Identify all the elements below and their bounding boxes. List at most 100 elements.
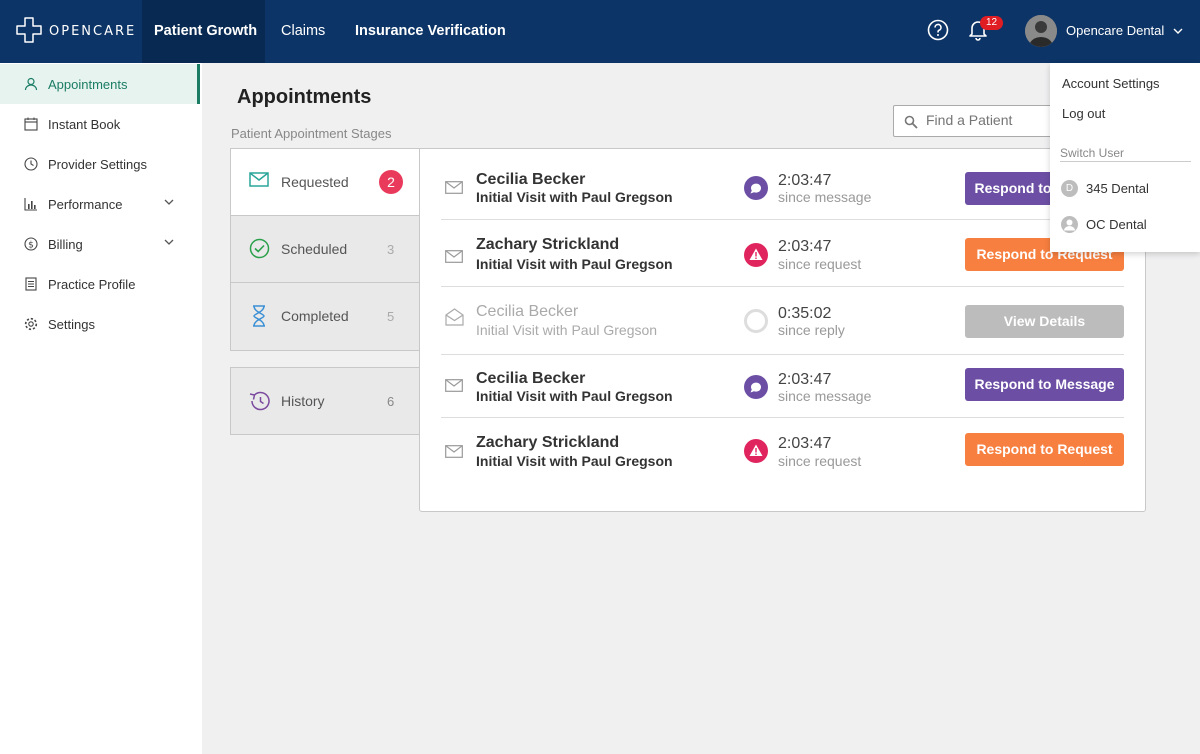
notification-badge: 12 <box>980 16 1004 30</box>
sidebar-item-instant-book[interactable]: Instant Book <box>0 104 200 144</box>
logo-text: OPENCARE <box>49 23 137 39</box>
patient-search[interactable] <box>893 105 1063 137</box>
sidebar-item-practice-profile[interactable]: Practice Profile <box>0 264 200 304</box>
chat-icon <box>744 176 768 200</box>
avatar[interactable] <box>1025 15 1057 47</box>
log-out-link[interactable]: Log out <box>1062 106 1105 121</box>
svg-text:$: $ <box>28 241 34 251</box>
appointment-row[interactable]: Cecilia Becker Initial Visit with Paul G… <box>441 288 1124 355</box>
stage-label: Requested <box>281 174 349 190</box>
patient-name: Zachary Strickland <box>476 236 620 253</box>
user-icon <box>24 77 38 91</box>
appointment-list: Cecilia Becker Initial Visit with Paul G… <box>419 148 1146 512</box>
visit-description: Initial Visit with Paul Gregson <box>476 189 673 205</box>
alert-icon <box>744 439 768 463</box>
history-count: 6 <box>387 394 395 409</box>
sidebar-item-label: Settings <box>48 316 95 332</box>
stages-label: Patient Appointment Stages <box>231 126 392 141</box>
sidebar-item-appointments[interactable]: Appointments <box>0 64 200 104</box>
hourglass-icon <box>253 305 265 327</box>
account-settings-link[interactable]: Account Settings <box>1062 76 1160 91</box>
envelope-icon <box>445 181 463 194</box>
respond-to-message-button[interactable]: Respond to Message <box>965 368 1124 401</box>
view-details-button[interactable]: View Details <box>965 305 1124 338</box>
chevron-down-icon <box>1173 28 1183 34</box>
switch-user-345-dental[interactable]: D 345 Dental <box>1061 180 1149 197</box>
elapsed-label: since request <box>778 256 862 272</box>
switch-user-oc-dental[interactable]: OC Dental <box>1061 216 1147 233</box>
account-name: Opencare Dental <box>1066 23 1165 38</box>
sidebar-item-label: Performance <box>48 196 123 212</box>
calendar-icon <box>24 117 38 131</box>
stage-requested[interactable]: Requested 2 <box>231 149 421 216</box>
sidebar-item-label: Billing <box>48 236 83 252</box>
elapsed-time: 2:03:47 <box>778 238 832 255</box>
help-icon[interactable] <box>927 19 949 41</box>
appointment-row[interactable]: Cecilia Becker Initial Visit with Paul G… <box>441 352 1124 418</box>
user-label: OC Dental <box>1086 217 1147 232</box>
user-avatar-icon <box>1061 216 1078 233</box>
stage-scheduled[interactable]: Scheduled 3 <box>231 216 421 283</box>
bar-chart-icon <box>24 198 37 211</box>
search-icon <box>904 115 918 129</box>
alert-icon <box>744 243 768 267</box>
envelope-icon <box>445 379 463 392</box>
patient-name: Cecilia Becker <box>476 171 586 188</box>
gear-icon <box>24 317 38 331</box>
tab-claims[interactable]: Claims <box>281 0 325 63</box>
elapsed-label: since message <box>778 388 872 404</box>
elapsed-label: since reply <box>778 322 845 338</box>
user-label: 345 Dental <box>1086 181 1149 196</box>
envelope-icon <box>249 172 269 187</box>
stage-count: 3 <box>387 242 395 257</box>
sidebar-item-label: Appointments <box>48 76 128 92</box>
patient-name: Cecilia Becker <box>476 303 579 320</box>
appointment-row[interactable]: Zachary Strickland Initial Visit with Pa… <box>441 220 1124 287</box>
chevron-down-icon <box>164 239 174 245</box>
visit-description: Initial Visit with Paul Gregson <box>476 453 673 469</box>
history-icon <box>249 391 270 411</box>
account-menu-toggle[interactable]: Opencare Dental <box>1066 23 1183 38</box>
appointment-row[interactable]: Zachary Strickland Initial Visit with Pa… <box>441 418 1124 485</box>
sidebar-item-label: Provider Settings <box>48 156 147 172</box>
empty-circle-icon <box>744 309 768 333</box>
account-dropdown-menu: Account Settings Log out Switch User D 3… <box>1050 63 1200 252</box>
patient-name: Zachary Strickland <box>476 434 620 451</box>
dollar-icon: $ <box>24 237 38 251</box>
page-title: Appointments <box>237 86 372 108</box>
sidebar-item-provider-settings[interactable]: Provider Settings <box>0 144 200 184</box>
stage-count: 5 <box>387 309 395 324</box>
visit-description: Initial Visit with Paul Gregson <box>476 322 658 338</box>
patient-name: Cecilia Becker <box>476 370 586 387</box>
sidebar-item-performance[interactable]: Performance <box>0 184 200 224</box>
tab-patient-growth[interactable]: Patient Growth <box>142 0 265 63</box>
visit-description: Initial Visit with Paul Gregson <box>476 256 673 272</box>
user-initial-icon: D <box>1061 180 1078 197</box>
open-envelope-icon <box>445 308 464 326</box>
respond-to-request-button[interactable]: Respond to Request <box>965 433 1124 466</box>
opencare-cross-icon <box>16 17 42 43</box>
stage-count-badge: 2 <box>379 170 403 194</box>
opencare-logo[interactable]: OPENCARE <box>15 16 136 46</box>
top-nav-bar: OPENCARE Patient Growth Claims Insurance… <box>0 0 1200 63</box>
elapsed-label: since request <box>778 453 862 469</box>
elapsed-time: 2:03:47 <box>778 172 832 189</box>
elapsed-label: since message <box>778 189 872 205</box>
elapsed-time: 2:03:47 <box>778 435 832 452</box>
sidebar-item-label: Instant Book <box>48 116 121 132</box>
stage-completed[interactable]: Completed 5 <box>231 283 421 350</box>
clock-icon <box>24 157 38 171</box>
appointment-row[interactable]: Cecilia Becker Initial Visit with Paul G… <box>441 153 1124 220</box>
check-circle-icon <box>249 238 270 259</box>
chevron-down-icon <box>164 199 174 205</box>
sidebar-item-billing[interactable]: $ Billing <box>0 224 200 264</box>
sidebar-item-settings[interactable]: Settings <box>0 304 200 344</box>
sidebar: Appointments Instant Book Provider Setti… <box>0 63 202 754</box>
history-tab[interactable]: History 6 <box>230 367 420 435</box>
visit-description: Initial Visit with Paul Gregson <box>476 388 673 404</box>
stage-label: Scheduled <box>281 241 348 257</box>
switch-user-heading: Switch User <box>1060 146 1191 162</box>
tab-insurance-verification[interactable]: Insurance Verification <box>355 0 506 63</box>
chat-icon <box>744 375 768 399</box>
search-input[interactable] <box>926 112 1056 128</box>
